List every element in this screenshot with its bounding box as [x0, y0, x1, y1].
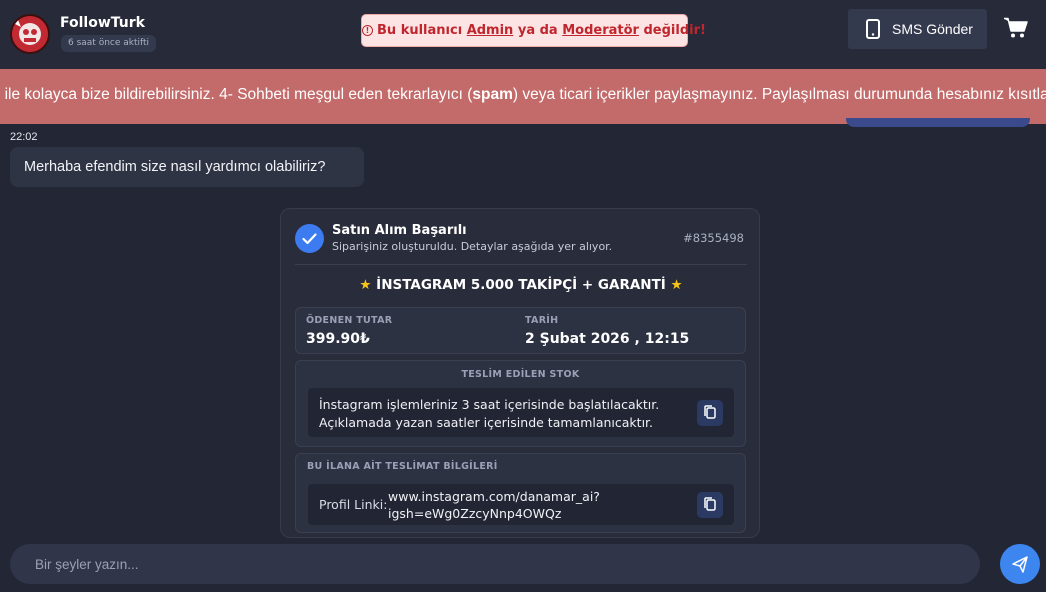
- copy-profile-button[interactable]: [697, 492, 723, 518]
- chat-header: FollowTurk 6 saat önce aktifti ! Bu kulla…: [0, 0, 1046, 70]
- profile-link-line-2: igsh=eWg0ZzcyNnp4OWQz: [388, 506, 562, 521]
- message-time: 22:02: [10, 131, 38, 143]
- info-icon: !: [362, 25, 373, 36]
- copy-icon: [704, 497, 716, 511]
- payment-summary: ÖDENEN TUTAR 399.90₺ TARİH 2 Şubat 2026 …: [295, 307, 746, 354]
- moderator-link[interactable]: Moderatör: [562, 23, 639, 38]
- avatar-logo-icon: [12, 16, 48, 52]
- delivery-info: BU İLANA AİT TESLİMAT BİLGİLERİ Profil L…: [295, 453, 746, 533]
- admin-link[interactable]: Admin: [467, 23, 514, 38]
- date-label: TARİH: [525, 315, 559, 326]
- warning-middle: ya da: [517, 23, 558, 38]
- previous-message-bubble: [846, 118, 1030, 127]
- sms-send-button[interactable]: SMS Gönder: [848, 9, 987, 49]
- send-button[interactable]: [1000, 544, 1040, 584]
- profile-link-key: Profil Linki:: [319, 497, 388, 512]
- stock-label: TESLİM EDİLEN STOK: [461, 369, 580, 380]
- stock-line-2: Açıklamada yazan saatler içerisinde tama…: [319, 415, 654, 430]
- banner-text-before: ı ile kolayca bize bildirebilirsiniz. 4-…: [0, 86, 473, 103]
- rules-banner-text: ı ile kolayca bize bildirebilirsiniz. 4-…: [0, 86, 1046, 104]
- user-status-badge: 6 saat önce aktifti: [61, 35, 157, 52]
- phone-icon: [866, 19, 880, 39]
- order-id: #8355498: [683, 231, 744, 245]
- paid-label: ÖDENEN TUTAR: [306, 315, 393, 326]
- star-icon: ★: [670, 277, 683, 293]
- product-name: İNSTAGRAM 5.000 TAKİPÇİ + GARANTİ: [376, 277, 666, 293]
- user-name: FollowTurk: [60, 15, 145, 31]
- profile-link-line-1: www.instagram.com/danamar_ai?: [388, 489, 600, 504]
- rules-banner: ı ile kolayca bize bildirebilirsiniz. 4-…: [0, 69, 1046, 124]
- avatar[interactable]: [10, 14, 50, 54]
- purchase-title: Satın Alım Başarılı: [332, 223, 467, 238]
- warning-prefix: Bu kullanıcı: [377, 23, 463, 38]
- stock-text: İnstagram işlemleriniz 3 saat içerisinde…: [319, 396, 659, 432]
- stock-line-1: İnstagram işlemleriniz 3 saat içerisinde…: [319, 397, 660, 412]
- sms-send-label: SMS Gönder: [892, 21, 973, 37]
- stock-content: İnstagram işlemleriniz 3 saat içerisinde…: [307, 387, 735, 438]
- delivered-stock: TESLİM EDİLEN STOK İnstagram işlemlerini…: [295, 360, 746, 447]
- paid-value: 399.90₺: [306, 331, 370, 347]
- warning-suffix: değildir!: [643, 23, 706, 38]
- banner-bold-word: spam: [472, 86, 513, 103]
- star-icon: ★: [359, 277, 372, 293]
- date-value: 2 Şubat 2026 , 12:15: [525, 331, 690, 347]
- profile-link-row: Profil Linki: www.instagram.com/danamar_…: [307, 483, 735, 526]
- cart-icon[interactable]: [1004, 17, 1028, 39]
- message-input[interactable]: [10, 544, 980, 584]
- copy-icon: [704, 405, 716, 419]
- delivery-info-label: BU İLANA AİT TESLİMAT BİLGİLERİ: [307, 461, 498, 472]
- message-bubble: Merhaba efendim size nasıl yardımcı olab…: [10, 147, 364, 187]
- divider: [295, 264, 747, 265]
- copy-stock-button[interactable]: [697, 400, 723, 426]
- banner-text-after: ) veya ticari içerikler paylaşmayınız. P…: [512, 86, 1046, 103]
- product-title: ★ İNSTAGRAM 5.000 TAKİPÇİ + GARANTİ ★: [295, 277, 747, 293]
- send-icon: [1012, 556, 1028, 573]
- profile-link-value[interactable]: www.instagram.com/danamar_ai? igsh=eWg0Z…: [388, 488, 600, 522]
- not-admin-warning: ! Bu kullanıcı Admin ya da Moderatör deği…: [361, 14, 706, 47]
- purchase-subtitle: Siparişiniz oluşturuldu. Detaylar aşağıd…: [332, 240, 613, 253]
- check-icon: [295, 224, 324, 253]
- purchase-card: Satın Alım Başarılı Siparişiniz oluşturu…: [280, 208, 760, 538]
